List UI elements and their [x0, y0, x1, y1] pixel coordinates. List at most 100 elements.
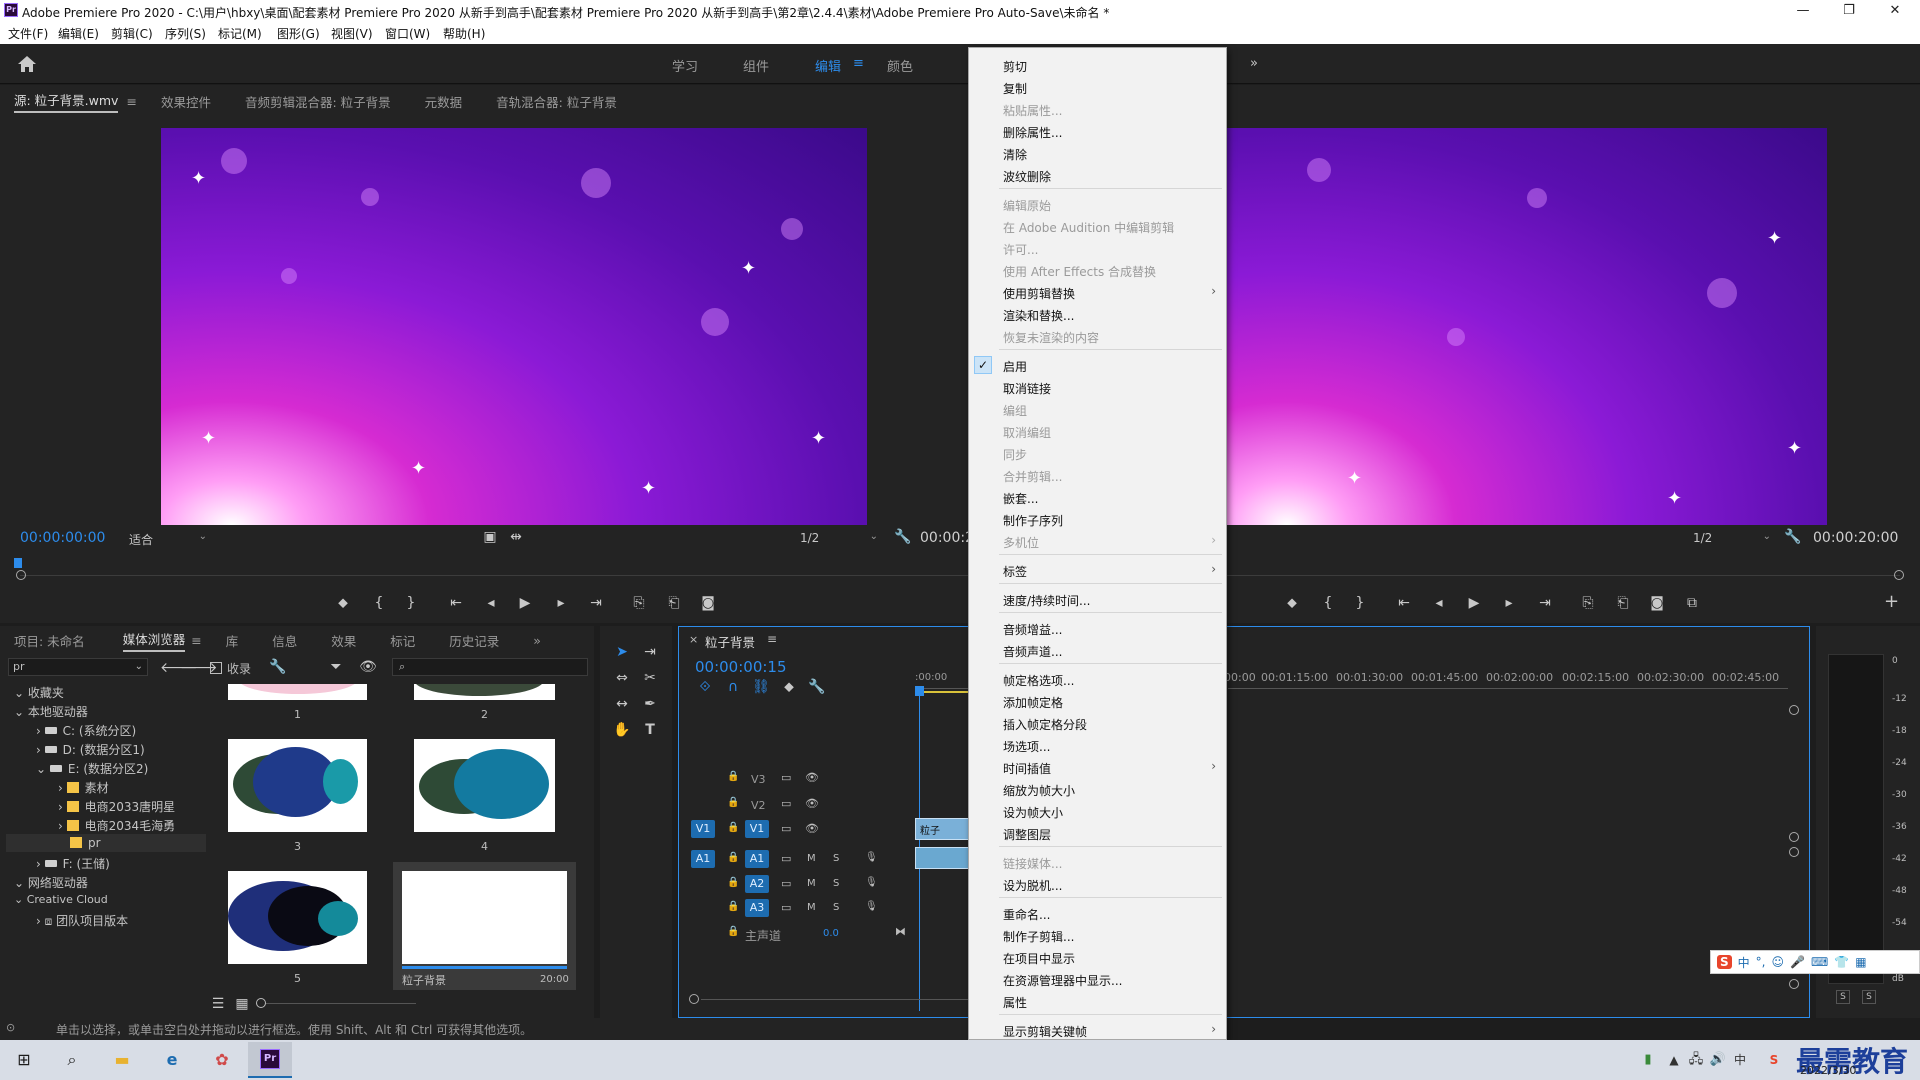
menu-item[interactable]: 渲染和替换...: [969, 303, 1226, 325]
path-dropdown[interactable]: pr ⌄: [8, 658, 148, 676]
lock-icon[interactable]: 🔒: [727, 901, 739, 912]
track-a2-target[interactable]: A2: [745, 875, 769, 893]
sogou-icon[interactable]: S: [1717, 955, 1732, 969]
pen-tool-icon[interactable]: ✒: [640, 696, 660, 712]
timeline-menu-icon[interactable]: ≡: [767, 632, 777, 646]
program-zoom-handle[interactable]: [1894, 570, 1904, 580]
tab-history[interactable]: 历史记录: [449, 631, 499, 650]
menu-item[interactable]: 复制: [969, 76, 1226, 98]
menu-item[interactable]: 嵌套...: [969, 486, 1226, 508]
slip-tool-icon[interactable]: ↔: [612, 696, 632, 712]
eye-icon[interactable]: 👁: [805, 797, 819, 810]
app-icon[interactable]: ✿: [210, 1048, 234, 1072]
source-patch-a1[interactable]: A1: [691, 850, 715, 868]
nest-icon[interactable]: ⟐: [695, 679, 715, 695]
edge-browser-icon[interactable]: e: [160, 1048, 184, 1072]
menu-item[interactable]: 在资源管理器中显示...: [969, 968, 1226, 990]
mark-out-icon[interactable]: }: [401, 595, 421, 611]
menu-item[interactable]: 显示剪辑关键帧 ›: [969, 1019, 1226, 1041]
tray-app-icon[interactable]: ▮: [1636, 1048, 1660, 1072]
workspace-menu-icon[interactable]: ≡: [853, 56, 864, 71]
step-back-icon[interactable]: ◂: [481, 595, 501, 611]
tree-drive-e[interactable]: ⌄ E: (数据分区2): [36, 760, 148, 777]
toggle-sync-icon[interactable]: ▭: [781, 797, 791, 810]
search-icon[interactable]: ⌕: [60, 1048, 84, 1072]
search-input[interactable]: ⌕: [392, 658, 588, 676]
toggle-sync-icon[interactable]: ▭: [781, 901, 791, 914]
timeline-title[interactable]: 粒子背景: [705, 632, 755, 651]
tab-effects[interactable]: 效果: [331, 631, 356, 650]
lock-icon[interactable]: 🔒: [727, 771, 739, 782]
menu-item[interactable]: 制作子序列: [969, 508, 1226, 530]
menu-marker[interactable]: 标记(M): [218, 25, 262, 42]
linked-selection-icon[interactable]: ⛓: [751, 679, 771, 695]
wrench-icon[interactable]: 🔧: [807, 679, 827, 695]
menu-file[interactable]: 文件(F): [8, 25, 48, 42]
extract-icon[interactable]: ⎗: [1613, 595, 1633, 611]
ime-indicator[interactable]: 中: [1728, 1048, 1752, 1072]
tabs-overflow-icon[interactable]: »: [533, 633, 541, 648]
toggle-sync-icon[interactable]: ▭: [781, 822, 791, 835]
minimize-button[interactable]: —: [1780, 0, 1826, 22]
media-thumb-2[interactable]: [414, 684, 555, 700]
back-icon[interactable]: 🡐: [160, 659, 198, 676]
tree-folder-sucai[interactable]: › 素材: [58, 779, 109, 796]
menu-item[interactable]: 在项目中显示: [969, 946, 1226, 968]
menu-sequence[interactable]: 序列(S): [165, 25, 206, 42]
close-tab-icon[interactable]: ×: [689, 633, 698, 646]
tab-effect-controls[interactable]: 效果控件: [161, 92, 211, 111]
menu-item[interactable]: ✓ 启用: [969, 354, 1226, 376]
workspace-learn[interactable]: 学习: [672, 56, 698, 75]
ime-emoji-icon[interactable]: ☺: [1772, 955, 1785, 969]
lock-icon[interactable]: 🔒: [727, 797, 739, 808]
lock-icon[interactable]: 🔒: [727, 852, 739, 863]
forward-icon[interactable]: 🡒: [180, 659, 218, 676]
menu-help[interactable]: 帮助(H): [443, 25, 485, 42]
overwrite-icon[interactable]: ⎗: [664, 595, 684, 611]
mic-icon[interactable]: 🎙: [865, 852, 878, 863]
add-button-icon[interactable]: +: [1884, 591, 1899, 612]
workspace-overflow-icon[interactable]: »: [1250, 56, 1258, 71]
type-tool-icon[interactable]: T: [640, 722, 660, 738]
vertical-zoom-handle[interactable]: [1789, 832, 1799, 842]
menu-item[interactable]: 速度/持续时间...: [969, 588, 1226, 610]
workspace-editing[interactable]: 编辑: [815, 56, 841, 75]
go-to-in-icon[interactable]: ⇤: [1394, 595, 1414, 611]
tree-folder-2034[interactable]: › 电商2034毛海勇: [58, 817, 175, 834]
tree-drive-f[interactable]: › F: (王储): [36, 855, 110, 872]
menu-window[interactable]: 窗口(W): [385, 25, 430, 42]
go-to-out-icon[interactable]: ⇥: [1535, 595, 1555, 611]
volume-icon[interactable]: 🔊: [1706, 1048, 1730, 1072]
tree-drive-c[interactable]: › C: (系统分区): [36, 722, 136, 739]
solo-button[interactable]: S: [833, 902, 839, 913]
step-back-icon[interactable]: ◂: [1429, 595, 1449, 611]
tab-source-menu-icon[interactable]: ≡: [126, 94, 136, 109]
track-v1-target[interactable]: V1: [745, 820, 769, 838]
eye-icon[interactable]: 👁: [805, 822, 819, 835]
vertical-zoom-handle[interactable]: [1789, 979, 1799, 989]
meter-solo-left[interactable]: S: [1836, 990, 1850, 1004]
track-a1-target[interactable]: A1: [745, 850, 769, 868]
menu-item[interactable]: 使用剪辑替换 ›: [969, 281, 1226, 303]
mark-in-icon[interactable]: {: [369, 595, 389, 611]
media-thumb-1[interactable]: [228, 684, 367, 700]
menu-graphics[interactable]: 图形(G): [277, 25, 320, 42]
tab-project[interactable]: 项目: 未命名: [14, 631, 85, 650]
play-icon[interactable]: ▶: [515, 595, 535, 611]
source-fit-dropdown[interactable]: 适合 ⌄: [129, 531, 207, 549]
safe-margins-icon[interactable]: ▣: [480, 529, 500, 545]
close-button[interactable]: ✕: [1872, 0, 1918, 22]
file-explorer-icon[interactable]: ▬: [110, 1048, 134, 1072]
media-thumb-particle-bg[interactable]: ✦ ✦: [402, 871, 567, 964]
add-marker-icon[interactable]: ⬥: [1282, 595, 1302, 611]
toggle-sync-icon[interactable]: ▭: [781, 771, 791, 784]
maximize-button[interactable]: ❐: [1826, 0, 1872, 22]
solo-button[interactable]: S: [833, 853, 839, 864]
windows-start-icon[interactable]: ⊞: [12, 1048, 36, 1072]
premiere-taskbar-item[interactable]: Pr: [248, 1042, 292, 1078]
menu-item[interactable]: 剪切: [969, 54, 1226, 76]
mark-out-icon[interactable]: }: [1350, 595, 1370, 611]
program-scrub-bar[interactable]: [1227, 575, 1900, 576]
master-volume-value[interactable]: 0.0: [823, 928, 839, 939]
mic-icon[interactable]: 🎙: [865, 901, 878, 912]
